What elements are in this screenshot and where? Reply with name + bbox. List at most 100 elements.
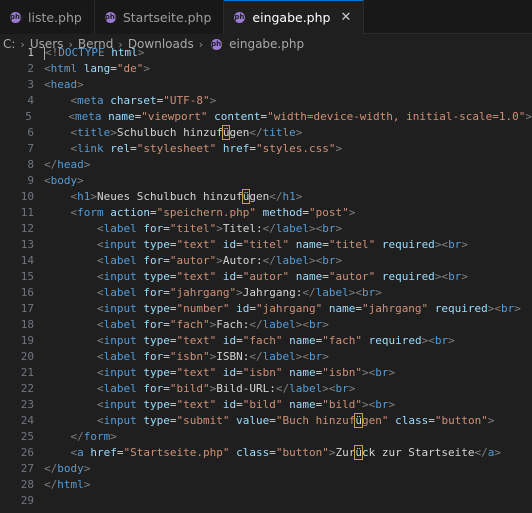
line-number: 12 (20, 222, 34, 235)
code-token: h1 (282, 190, 296, 203)
code-text: <input type="text" id="isbn" name="isbn"… (44, 365, 395, 381)
code-line[interactable]: 18 <label for="fach">Fach:</label><br> (0, 317, 532, 333)
code-line[interactable]: 25 </form> (0, 429, 532, 445)
code-line[interactable]: 2 <html lang="de"> (0, 61, 532, 77)
code-line[interactable]: 13 <input type="text" id="titel" name="t… (0, 237, 532, 253)
code-text: <a href="Startseite.php" class="button">… (44, 445, 501, 461)
code-line[interactable]: 12 <label for="titel">Titel:</label><br> (0, 221, 532, 237)
code-token: "isbn" (169, 350, 210, 363)
code-line[interactable]: 23 <input type="text" id="bild" name="bi… (0, 397, 532, 413)
code-token: > (143, 62, 150, 75)
code-line[interactable]: 15 <input type="text" id="autor" name="a… (0, 269, 532, 285)
code-token: </ (474, 446, 488, 459)
code-line[interactable]: 22 <label for="bild">Bild-URL:</label><b… (0, 381, 532, 397)
code-token: type (143, 366, 170, 379)
code-token: name (289, 398, 316, 411)
code-line[interactable]: 16 <label for="jahrgang">Jahrgang:</labe… (0, 285, 532, 301)
line-number: 7 (27, 142, 34, 155)
code-line[interactable]: 26 <a href="Startseite.php" class="butto… (0, 445, 532, 461)
code-token: content (214, 110, 261, 123)
code-token: id (222, 334, 237, 347)
code-token: > (209, 94, 217, 107)
code-line[interactable]: 3 <head> (0, 77, 532, 93)
code-token: form (83, 430, 111, 443)
code-token: html (57, 478, 84, 491)
code-token: type (143, 398, 170, 411)
code-token: </ (302, 286, 316, 299)
close-icon[interactable]: ✕ (340, 10, 351, 25)
code-text: </form> (44, 429, 117, 445)
code-token: for (143, 382, 164, 395)
code-line[interactable]: 27 </body> (0, 461, 532, 477)
code-token: br (308, 350, 323, 363)
tab-liste[interactable]: php liste.php (0, 0, 95, 34)
code-token: > (83, 462, 91, 475)
code-token: input (103, 366, 137, 379)
code-line[interactable]: 6 <title>Schulbuch hinzufügen</title> (0, 125, 532, 141)
code-line[interactable]: 9 <body> (0, 173, 532, 189)
code-token: for (143, 318, 164, 331)
code-token: gen (249, 190, 270, 203)
code-line[interactable]: 28 </html> (0, 477, 532, 493)
code-token: >< (295, 318, 309, 331)
code-token: required (381, 238, 435, 251)
code-line[interactable]: 4 <meta charset="UTF-8"> (0, 93, 532, 109)
code-text: <label for="titel">Titel:</label><br> (44, 221, 342, 237)
code-editor[interactable]: 1 <!DOCTYPE html> 2 <html lang="de"> 3 <head>… (0, 45, 532, 513)
code-token: "button" (434, 414, 488, 427)
code-line[interactable]: 21 <input type="text" id="isbn" name="is… (0, 365, 532, 381)
code-token: label (275, 254, 309, 267)
code-token: "fach" (242, 334, 283, 347)
code-token: type (143, 270, 170, 283)
code-token: "UTF-8" (163, 94, 210, 107)
code-token: = (249, 302, 256, 315)
code-text: <label for="bild">Bild-URL:</label><br> (44, 381, 355, 397)
code-line[interactable]: 8 </head> (0, 157, 532, 173)
line-number: 1 (27, 46, 34, 59)
code-line[interactable]: 10 <h1>Neues Schulbuch hinzufügen</h1> (0, 189, 532, 205)
tab-startseite[interactable]: php Startseite.php (95, 0, 225, 34)
code-token: < (96, 350, 104, 363)
line-number: 25 (20, 430, 34, 443)
line-number: 16 (20, 286, 34, 299)
code-token: "bild" (169, 382, 210, 395)
code-token: "autor" (242, 270, 290, 283)
code-token: = (163, 318, 170, 331)
code-token: >< (308, 222, 323, 235)
tab-eingabe[interactable]: php eingabe.php ✕ (224, 0, 365, 34)
code-line[interactable]: 29 (0, 493, 532, 509)
code-text: </html> (44, 477, 90, 493)
line-number: 15 (20, 270, 34, 283)
code-token: </ (44, 462, 58, 475)
code-line[interactable]: 20 <label for="isbn">ISBN:</label><br> (0, 349, 532, 365)
code-token: "jahrgang" (255, 302, 323, 315)
code-token: label (103, 286, 137, 299)
code-token: id (222, 270, 237, 283)
line-number: 2 (27, 62, 34, 75)
code-line[interactable]: 7 <link rel="stylesheet" href="styles.cs… (0, 141, 532, 157)
code-token: "text" (176, 270, 217, 283)
code-token: method (262, 206, 303, 219)
code-token: </ (249, 350, 263, 363)
code-text: <input type="text" id="fach" name="fach"… (44, 333, 455, 349)
code-line[interactable]: 19 <input type="text" id="fach" name="fa… (0, 333, 532, 349)
code-line[interactable]: 5 <meta name="viewport" content="width=d… (0, 109, 532, 125)
code-token: < (96, 222, 104, 235)
code-token: class (236, 446, 270, 459)
code-line[interactable]: 1 <!DOCTYPE html> (0, 45, 532, 61)
code-token: Autor: (222, 254, 263, 267)
code-line[interactable]: 24 <input type="submit" value="Buch hinz… (0, 413, 532, 429)
code-text: <input type="text" id="bild" name="bild"… (44, 397, 395, 413)
code-token: input (103, 414, 137, 427)
code-token: "number" (176, 302, 230, 315)
code-line[interactable]: 17 <input type="number" id="jahrgang" na… (0, 301, 532, 317)
code-text: <head> (44, 77, 84, 93)
code-line[interactable]: 11 <form action="speichern.php" method="… (0, 205, 532, 221)
code-token: = (269, 414, 276, 427)
code-line[interactable]: 14 <label for="autor">Autor:</label><br> (0, 253, 532, 269)
